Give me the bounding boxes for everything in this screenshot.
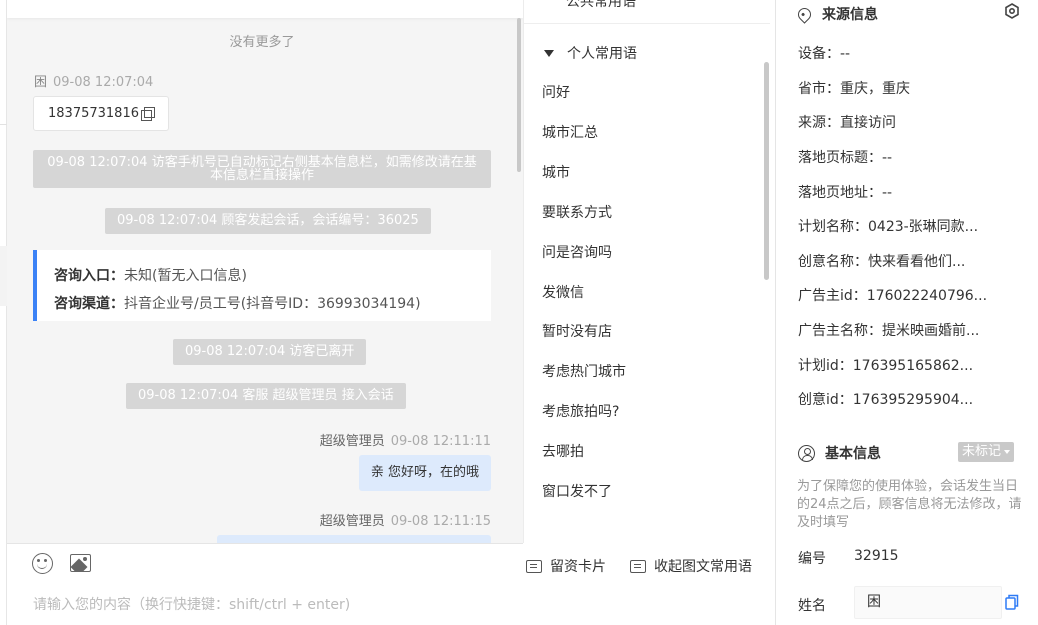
chat-header (7, 0, 523, 18)
phrase-item[interactable]: 城市汇总 (542, 122, 598, 142)
source-province-city: 省市：重庆，重庆 (798, 81, 910, 97)
phrase-item[interactable]: 问好 (542, 82, 570, 102)
source-advertiser-name: 广告主名称：提米映画婚前... (798, 323, 980, 339)
copy-icon[interactable] (1005, 594, 1019, 610)
tag-select-value: 未标记 (962, 444, 1002, 459)
card-icon (526, 559, 542, 573)
agent-time: 09-08 12:11:15 (390, 514, 491, 529)
name-label: 姓名 (798, 598, 826, 614)
agent-meta: 超级管理员 09-08 12:11:15 (320, 510, 491, 529)
no-more-label: 没有更多了 (229, 35, 295, 50)
agent-message: 亲 您好呀，在的哦 (358, 455, 491, 491)
consult-info-card: 咨询入口：未知(暂无入口信息) 咨询渠道：抖音企业号/员工号(抖音号ID：369… (33, 250, 491, 321)
phone-number: 18375731816 (48, 106, 139, 121)
system-message: 09-08 12:07:04 访客手机号已自动标记右侧基本信息栏，如需修改请在基… (33, 150, 491, 188)
basic-info-header: 基本信息 (798, 443, 881, 463)
source-info-header: 来源信息 (795, 4, 878, 24)
phrase-item[interactable]: 考虑旅拍吗? (542, 401, 619, 421)
left-panel-divider (0, 124, 7, 125)
collapse-phrases-button[interactable]: 收起图文常用语 (630, 556, 752, 576)
message-input[interactable]: 请输入您的内容（换行快捷键：shift/ctrl + enter) (33, 594, 350, 614)
image-icon[interactable] (70, 554, 91, 572)
caret-down-icon (544, 49, 554, 57)
phrase-item[interactable]: 发微信 (542, 282, 584, 302)
tag-select[interactable]: 未标记 (958, 442, 1015, 462)
chat-history: 没有更多了 困 09-08 12:07:04 18375731816 09-08 … (7, 0, 523, 543)
user-icon (798, 444, 815, 462)
system-message: 09-08 12:07:04 客服 超级管理员 接入会话 (126, 383, 406, 409)
source-plan-id: 计划id：176395165862... (798, 358, 974, 374)
consult-channel-value: 抖音企业号/员工号(抖音号ID：36993034194) (124, 296, 421, 312)
customer-info-panel: 来源信息 设备：-- 省市：重庆，重庆 来源：直接访问 落地页标题：-- 落地页… (775, 0, 1038, 625)
basic-info-title: 基本信息 (825, 446, 881, 462)
id-value: 32915 (854, 548, 899, 564)
chat-scrollbar[interactable] (517, 18, 521, 172)
visitor-phone-message: 18375731816 (33, 96, 169, 131)
agent-name: 超级管理员 (319, 434, 385, 449)
left-panel-selected-item[interactable] (0, 246, 7, 306)
source-landing-url: 落地页地址：-- (798, 185, 893, 201)
phrase-item[interactable]: 要联系方式 (542, 202, 612, 222)
copy-icon[interactable] (140, 107, 155, 121)
source-creative-id: 创意id：176395295904... (798, 392, 974, 408)
agent-meta: 超级管理员 09-08 12:11:11 (320, 430, 491, 449)
source-origin: 来源：直接访问 (798, 115, 896, 131)
lead-card-label: 留资卡片 (550, 559, 606, 575)
location-pin-icon (795, 4, 814, 24)
visitor-meta: 困 09-08 12:07:04 (34, 71, 153, 90)
phrase-item[interactable]: 考虑热门城市 (542, 361, 626, 381)
emoji-icon[interactable] (32, 553, 53, 574)
agent-message-partial (217, 535, 491, 543)
phrase-item[interactable]: 去哪拍 (542, 441, 584, 461)
id-label: 编号 (798, 551, 826, 567)
consult-entry-label: 咨询入口： (54, 268, 124, 284)
card-icon (630, 559, 646, 573)
name-input[interactable]: 困 (854, 586, 1002, 619)
agent-time: 09-08 12:11:11 (390, 434, 491, 449)
quick-phrases-panel: 公共常用语 个人常用语 问好 城市汇总 城市 要联系方式 问是咨询吗 发微信 暂… (523, 0, 775, 543)
visitor-name: 困 (34, 75, 48, 90)
consult-entry-row: 咨询入口：未知(暂无入口信息) (54, 262, 491, 290)
consult-channel-row: 咨询渠道：抖音企业号/员工号(抖音号ID：36993034194) (54, 290, 491, 318)
basic-info-hint: 为了保障您的使用体验，会话发生当日的24点之后，顾客信息将无法修改，请及时填写 (797, 479, 1022, 530)
personal-phrases-title: 个人常用语 (567, 46, 637, 62)
source-info-title: 来源信息 (822, 7, 878, 23)
message-input-area[interactable]: 请输入您的内容（换行快捷键：shift/ctrl + enter) (7, 543, 523, 625)
phrases-divider (524, 23, 770, 24)
left-panel-edge (0, 0, 7, 625)
agent-name: 超级管理员 (319, 514, 385, 529)
phrase-item[interactable]: 暂时没有店 (542, 321, 612, 341)
phrase-item[interactable]: 城市 (542, 162, 570, 182)
phrases-scrollbar[interactable] (764, 62, 769, 280)
source-landing-title: 落地页标题：-- (798, 150, 893, 166)
personal-phrases-group[interactable]: 个人常用语 (544, 43, 637, 63)
phrase-item[interactable]: 问是咨询吗 (542, 242, 612, 262)
settings-icon[interactable] (1004, 3, 1020, 19)
consult-channel-label: 咨询渠道： (54, 296, 124, 312)
chevron-down-icon (1004, 450, 1011, 454)
system-message: 09-08 12:07:04 访客已离开 (173, 339, 367, 365)
source-plan-name: 计划名称：0423-张琳同款... (798, 219, 979, 235)
source-creative-name: 创意名称：快来看看他们... (798, 254, 966, 270)
consult-entry-value: 未知(暂无入口信息) (124, 268, 247, 284)
public-phrases-group[interactable]: 公共常用语 (566, 0, 636, 11)
source-advertiser-id: 广告主id：176022240796... (798, 288, 988, 304)
source-device: 设备：-- (798, 46, 851, 62)
system-message: 09-08 12:07:04 顾客发起会话，会话编号：36025 (105, 208, 431, 234)
visitor-time: 09-08 12:07:04 (53, 75, 154, 90)
phrase-item[interactable]: 窗口发不了 (542, 481, 612, 501)
lead-card-button[interactable]: 留资卡片 (526, 556, 606, 576)
collapse-phrases-label: 收起图文常用语 (654, 559, 752, 575)
